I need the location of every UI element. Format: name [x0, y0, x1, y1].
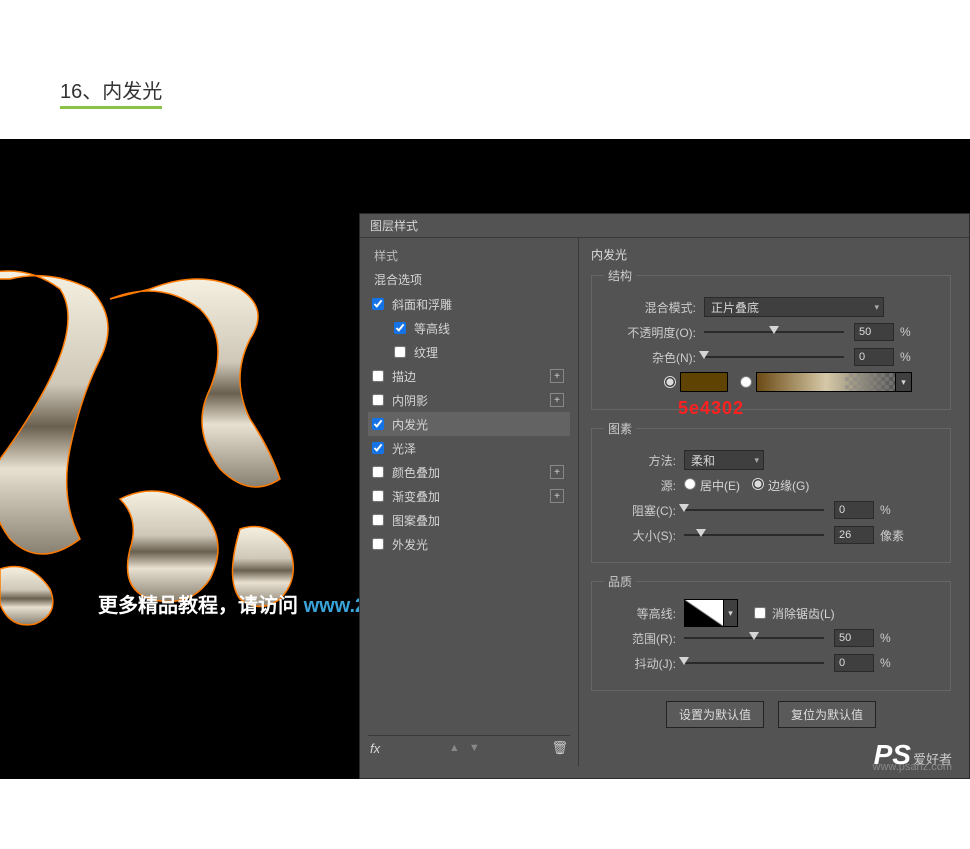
style-inner-shadow[interactable]: 内阴影 +: [368, 388, 570, 412]
range-label: 范围(R):: [604, 630, 676, 647]
noise-label: 杂色(N):: [604, 349, 696, 366]
jitter-slider[interactable]: [684, 657, 824, 669]
satin-checkbox[interactable]: [372, 442, 384, 454]
blend-mode-label: 混合模式:: [604, 299, 696, 316]
contour-chevron-icon[interactable]: ▾: [724, 599, 738, 627]
style-stroke[interactable]: 描边 +: [368, 364, 570, 388]
glow-gradient-swatch[interactable]: [756, 372, 896, 392]
add-inner-shadow-icon[interactable]: +: [550, 393, 564, 407]
watermark-logo: PS 爱好者 www.psahz.com: [874, 739, 952, 771]
chevron-down-icon: ▾: [874, 302, 879, 313]
reset-default-button[interactable]: 复位为默认值: [778, 701, 876, 728]
source-edge-radio[interactable]: [752, 478, 764, 490]
color-radio[interactable]: [664, 376, 676, 388]
add-stroke-icon[interactable]: +: [550, 369, 564, 383]
style-texture[interactable]: 纹理: [368, 340, 570, 364]
panel-title: 内发光: [591, 246, 951, 263]
choke-slider[interactable]: [684, 504, 824, 516]
color-annotation: 5e4302: [678, 398, 744, 419]
noise-slider[interactable]: [704, 351, 844, 363]
add-gradient-overlay-icon[interactable]: +: [550, 489, 564, 503]
style-satin[interactable]: 光泽: [368, 436, 570, 460]
jitter-input[interactable]: [834, 654, 874, 672]
contour-label: 等高线:: [604, 605, 676, 622]
range-input[interactable]: [834, 629, 874, 647]
fx-menu-icon[interactable]: fx: [370, 741, 380, 756]
source-center-radio[interactable]: [684, 478, 696, 490]
inner-glow-panel: 内发光 结构 混合模式: 正片叠底 ▾ 不透明度(O): %: [578, 238, 969, 766]
antialias-option[interactable]: 消除锯齿(L): [754, 605, 835, 622]
pattern-overlay-checkbox[interactable]: [372, 514, 384, 526]
method-label: 方法:: [604, 452, 676, 469]
style-gradient-overlay[interactable]: 渐变叠加 +: [368, 484, 570, 508]
bevel-checkbox[interactable]: [372, 298, 384, 310]
gradient-overlay-checkbox[interactable]: [372, 490, 384, 502]
elements-legend: 图素: [604, 420, 636, 437]
style-bevel-emboss[interactable]: 斜面和浮雕: [368, 292, 570, 316]
antialias-checkbox[interactable]: [754, 607, 766, 619]
source-label: 源:: [604, 477, 676, 494]
add-color-overlay-icon[interactable]: +: [550, 465, 564, 479]
inner-shadow-checkbox[interactable]: [372, 394, 384, 406]
move-arrows-icon[interactable]: ▲ ▼: [449, 742, 483, 754]
choke-label: 阻塞(C):: [604, 502, 676, 519]
set-default-button[interactable]: 设置为默认值: [666, 701, 764, 728]
style-outer-glow[interactable]: 外发光: [368, 532, 570, 556]
quality-group: 品质 等高线: ▾ 消除锯齿(L) 范围(R):: [591, 573, 951, 691]
trash-icon[interactable]: 🗑: [551, 740, 568, 756]
structure-group: 结构 混合模式: 正片叠底 ▾ 不透明度(O): %: [591, 267, 951, 410]
color-radio-option[interactable]: [664, 372, 728, 392]
size-input[interactable]: [834, 526, 874, 544]
dialog-title: 图层样式: [360, 214, 969, 238]
jitter-label: 抖动(J):: [604, 655, 676, 672]
choke-input[interactable]: [834, 501, 874, 519]
method-dropdown[interactable]: 柔和 ▾: [684, 450, 764, 470]
structure-legend: 结构: [604, 267, 636, 284]
gradient-radio[interactable]: [740, 376, 752, 388]
styles-list-panel: 样式 混合选项 斜面和浮雕 等高线 纹理 描边 +: [360, 238, 578, 766]
texture-checkbox[interactable]: [394, 346, 406, 358]
blending-options[interactable]: 混合选项: [368, 268, 570, 291]
chevron-down-icon: ▾: [754, 455, 759, 466]
quality-legend: 品质: [604, 573, 636, 590]
source-center-option[interactable]: 居中(E): [684, 477, 740, 494]
glow-color-swatch[interactable]: [680, 372, 728, 392]
layer-style-dialog: 图层样式 样式 混合选项 斜面和浮雕 等高线 纹理: [359, 213, 970, 779]
step-title: 16、内发光: [60, 75, 162, 109]
inner-glow-checkbox[interactable]: [372, 418, 384, 430]
opacity-input[interactable]: [854, 323, 894, 341]
elements-group: 图素 方法: 柔和 ▾ 源: 居中(E) 边缘(G): [591, 420, 951, 563]
contour-picker[interactable]: [684, 599, 724, 627]
stroke-checkbox[interactable]: [372, 370, 384, 382]
color-overlay-checkbox[interactable]: [372, 466, 384, 478]
size-label: 大小(S):: [604, 527, 676, 544]
style-contour[interactable]: 等高线: [368, 316, 570, 340]
style-color-overlay[interactable]: 颜色叠加 +: [368, 460, 570, 484]
size-slider[interactable]: [684, 529, 824, 541]
text-effect-preview: [0, 219, 360, 639]
gradient-chevron-icon[interactable]: ▾: [896, 372, 912, 392]
canvas-preview: 更多精品教程，请访问 www.240PS.com 5e4302 图层样式 样式 …: [0, 139, 970, 779]
outer-glow-checkbox[interactable]: [372, 538, 384, 550]
styles-header[interactable]: 样式: [368, 244, 570, 267]
gradient-radio-option[interactable]: ▾: [740, 372, 912, 392]
style-inner-glow[interactable]: 内发光: [368, 412, 570, 436]
opacity-label: 不透明度(O):: [604, 324, 696, 341]
blend-mode-dropdown[interactable]: 正片叠底 ▾: [704, 297, 884, 317]
source-edge-option[interactable]: 边缘(G): [752, 477, 809, 494]
opacity-slider[interactable]: [704, 326, 844, 338]
noise-input[interactable]: [854, 348, 894, 366]
contour-checkbox[interactable]: [394, 322, 406, 334]
range-slider[interactable]: [684, 632, 824, 644]
style-pattern-overlay[interactable]: 图案叠加: [368, 508, 570, 532]
